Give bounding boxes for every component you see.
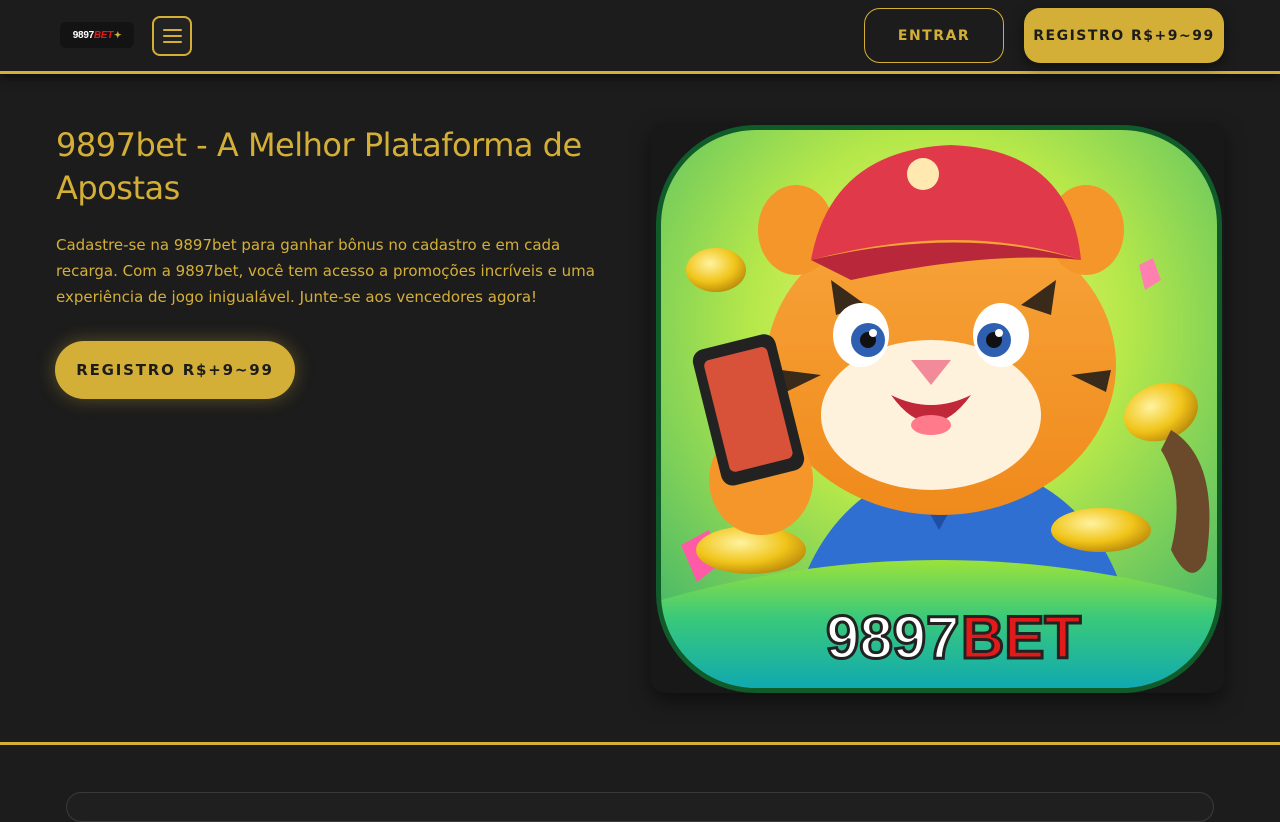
banner-logo-number: 9897 [826,604,959,671]
banner-logo-bet: BET [961,604,1081,671]
tiger-mascot-illustration: 9897 BET [661,130,1217,688]
site-header: 9897 BET ✦ ENTRAR REGISTRO R$+9~99 [0,0,1280,74]
hamburger-menu-icon [162,29,182,31]
next-section-card [66,792,1214,822]
hero-banner-image: 9897 BET [656,125,1222,693]
hero-title: 9897bet - A Melhor Plataforma de Apostas [56,126,582,207]
login-button[interactable]: ENTRAR [864,8,1004,63]
menu-button[interactable] [152,16,192,56]
logo-mascot-icon: ✦ [113,29,122,40]
register-button-header[interactable]: REGISTRO R$+9~99 [1024,8,1224,63]
logo-number: 9897 [72,29,94,41]
register-button-hero[interactable]: REGISTRO R$+9~99 [55,341,295,399]
site-logo[interactable]: 9897 BET ✦ [60,22,134,48]
hero-image-card: 9897 BET [651,123,1224,693]
hero-description: Cadastre-se na 9897bet para ganhar bônus… [56,236,595,306]
logo-bet: BET [93,29,113,41]
section-divider [0,742,1280,745]
